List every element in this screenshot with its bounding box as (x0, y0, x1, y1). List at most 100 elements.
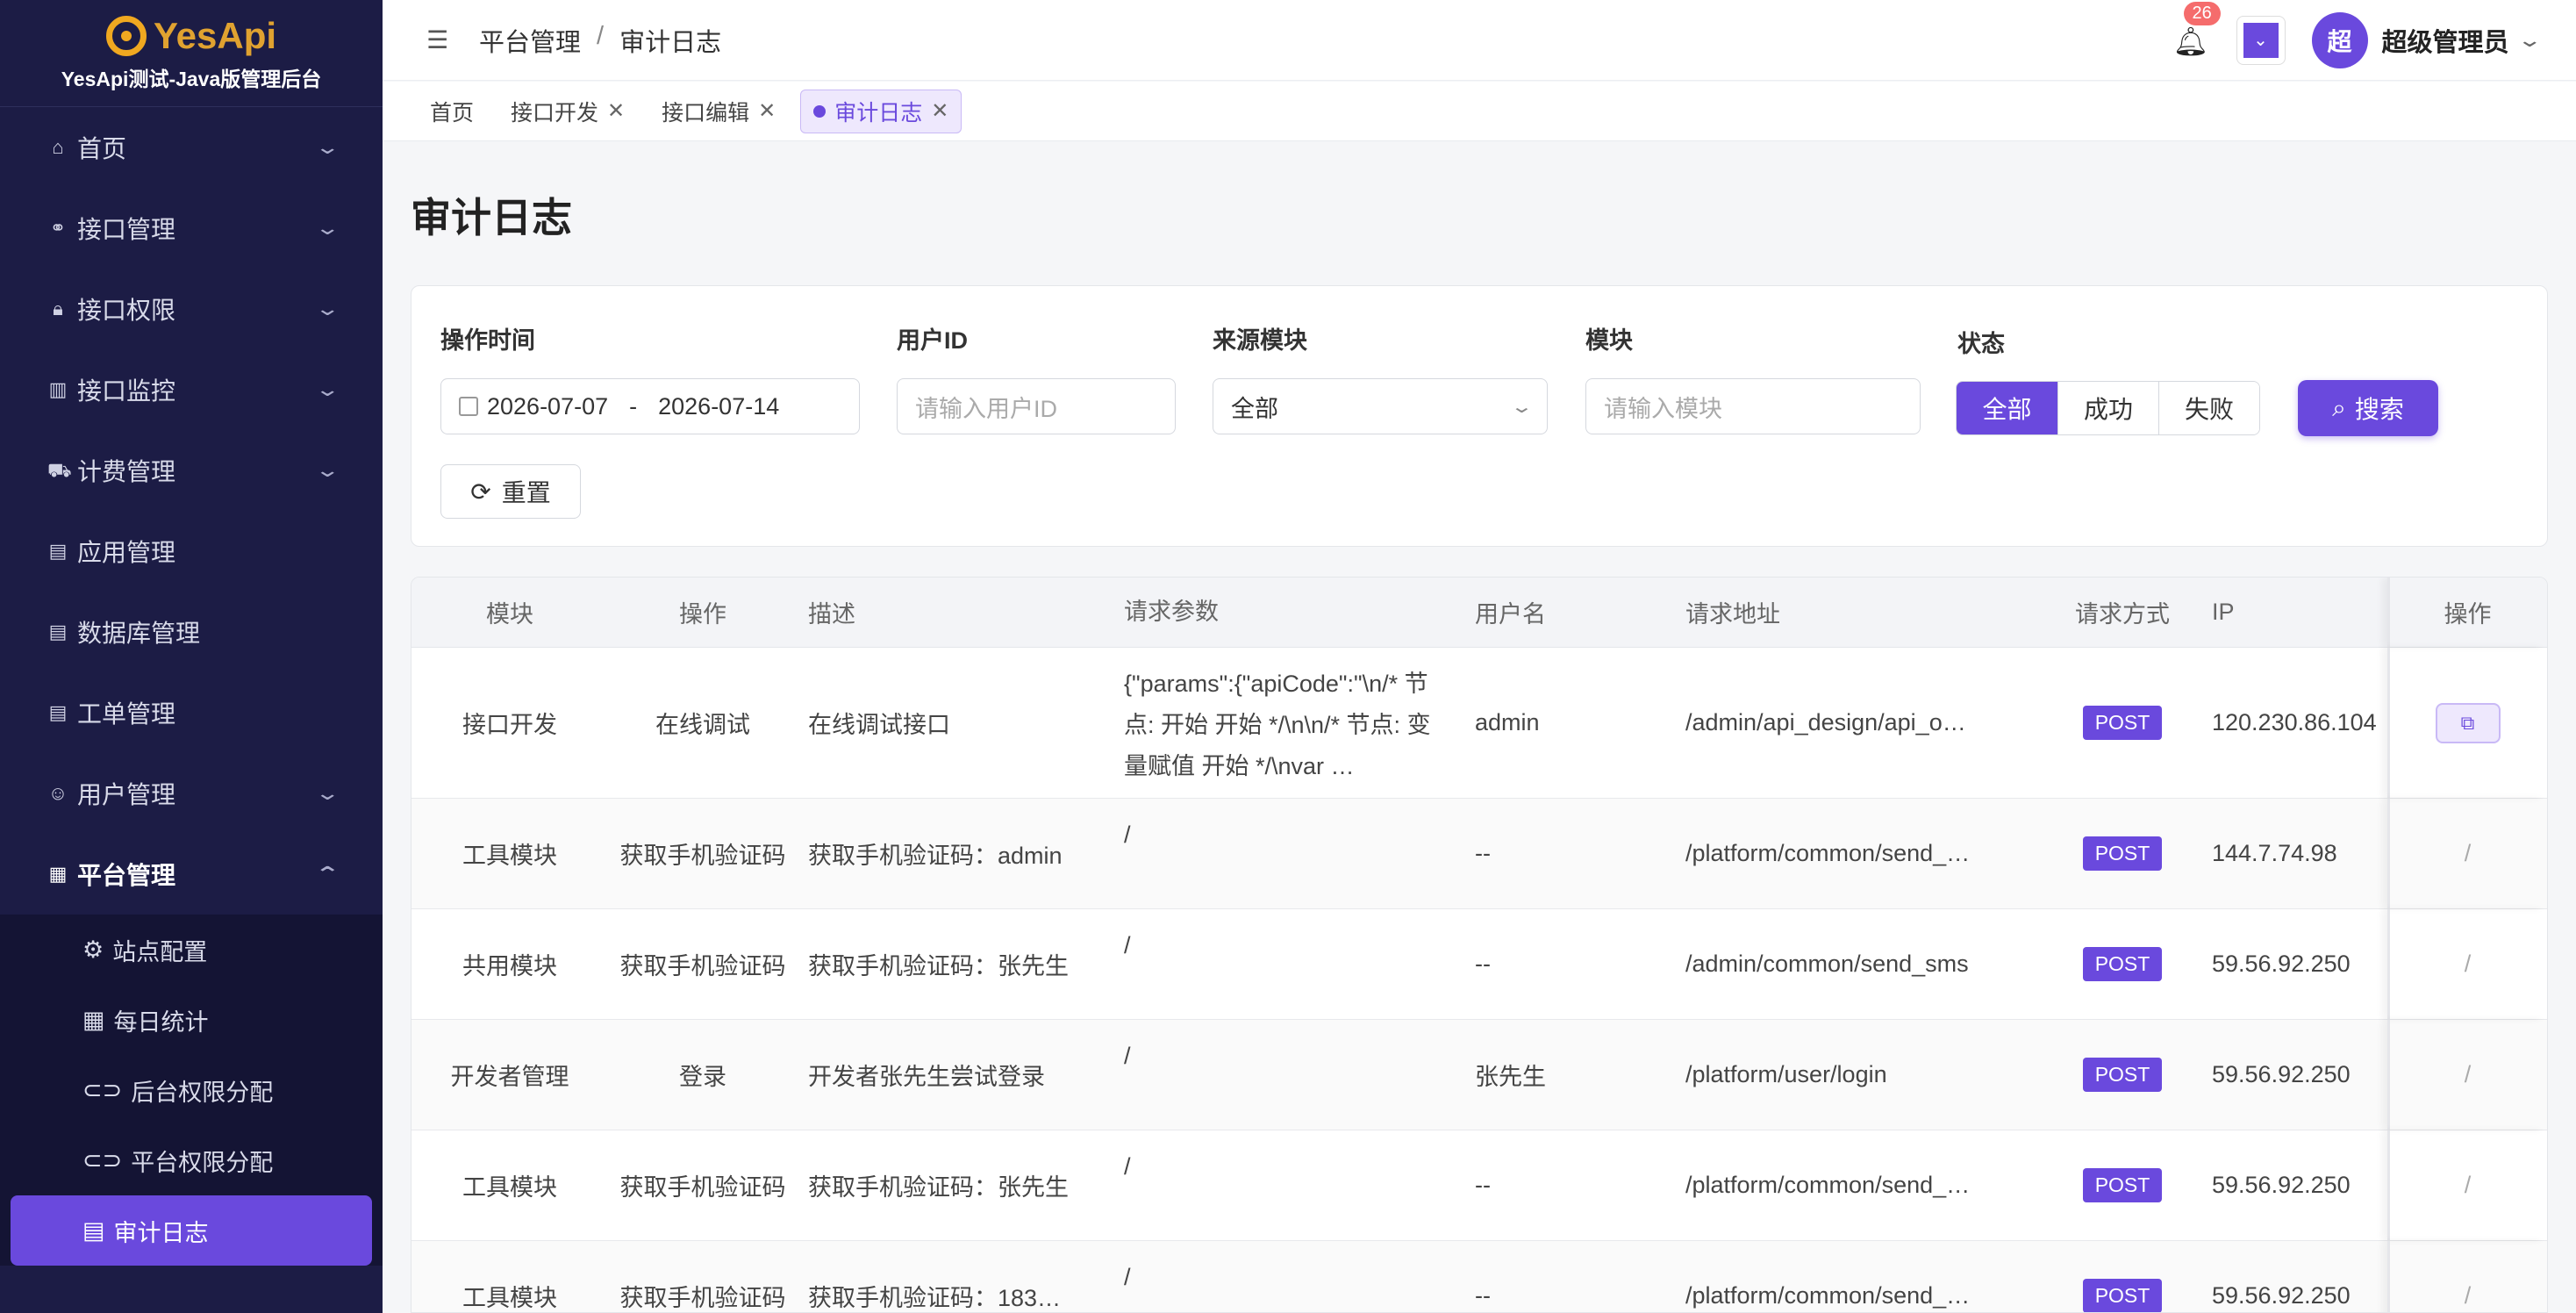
cell-method: POST (2043, 1130, 2201, 1240)
date-end: 2026-07-14 (658, 392, 780, 420)
cell-params: / (1124, 822, 1131, 848)
sidebar-item-label: 应用管理 (77, 539, 176, 566)
cell-description: 获取手机验证码：admin (808, 843, 1063, 869)
sidebar-item-label: 接口管理 (77, 216, 176, 243)
cell-action: 登录 (679, 1064, 726, 1090)
no-action-text: / (2464, 1172, 2472, 1198)
source-module-select[interactable]: 全部 ⌄ (1213, 378, 1548, 434)
close-icon[interactable]: ✕ (931, 98, 948, 124)
username[interactable]: 超级管理员 (2382, 22, 2509, 59)
sidebar-item-ticket[interactable]: ▤ 工单管理 (0, 672, 383, 753)
sidebar-item-users[interactable]: ☺ 用户管理 ⌄ (0, 753, 383, 834)
cell-module: 工具模块 (462, 1285, 557, 1311)
avatar[interactable]: 超 (2311, 11, 2368, 68)
cell-description: 开发者张先生尝试登录 (808, 1064, 1045, 1090)
chevron-down-icon[interactable]: ⌄ (2516, 29, 2543, 52)
gear-icon: ⚙ (82, 936, 104, 963)
cell-url: /admin/api_design/api_o… (1675, 648, 2043, 798)
cell-module: 共用模块 (462, 953, 557, 979)
sidebar-item-billing[interactable]: ⛟ 计费管理 ⌄ (0, 430, 383, 511)
cell-module: 接口开发 (462, 712, 557, 738)
page-tabs: 首页 接口开发 ✕ 接口编辑 ✕ 审计日志 ✕ (383, 82, 2576, 141)
sidebar-item-api-permission[interactable]: 🔒︎ 接口权限 ⌄ (0, 269, 383, 349)
sidebar-item-label: 审计日志 (113, 1219, 209, 1246)
column-header: 请求参数 (1124, 599, 1219, 625)
breadcrumb-separator: / (597, 21, 605, 50)
cell-method: POST (2043, 648, 2201, 798)
sidebar-item-platform[interactable]: ▦ 平台管理 ⌃ (0, 834, 383, 915)
tab-label: 审计日志 (834, 100, 923, 126)
cell-action: 获取手机验证码 (619, 843, 786, 869)
search-button[interactable]: ⌕ 搜索 (2298, 380, 2438, 436)
table-row: 工具模块 获取手机验证码 获取手机验证码：张先生 / -- /platform/commo… (411, 1130, 2547, 1241)
table-body: 接口开发 在线调试 在线调试接口 {"params":{"apiCode":"\n/*… (411, 648, 2547, 1312)
module-input[interactable]: 请输入模块 (1585, 378, 1921, 434)
chevron-down-icon: ⌄ (2243, 22, 2279, 58)
chevron-down-icon: ⌄ (314, 378, 340, 400)
cell-url: /admin/common/send_sms (1675, 909, 2043, 1019)
status-option-success[interactable]: 成功 (2057, 382, 2158, 434)
sidebar-subitem-daily-stats[interactable]: ▦ 每日统计 (0, 985, 383, 1055)
user-id-input[interactable]: 请输入用户ID (897, 378, 1176, 434)
sidebar-item-label: 计费管理 (77, 458, 176, 485)
search-icon: ⌕ (2332, 393, 2346, 421)
copy-button[interactable]: ⧉ (2435, 702, 2501, 743)
copy-icon: ⧉ (2460, 711, 2475, 734)
date-start: 2026-07-07 (487, 392, 609, 420)
lock-icon: 🔒︎ (53, 298, 63, 319)
tab-label: 接口编辑 (662, 100, 750, 126)
sidebar-item-home[interactable]: ⌂ 首页 ⌄ (0, 107, 383, 188)
sidebar-item-database[interactable]: ▤ 数据库管理 (0, 592, 383, 672)
tab-api-edit[interactable]: 接口编辑 ✕ (649, 90, 788, 133)
brand-subtitle: YesApi测试-Java版管理后台 (61, 67, 322, 90)
status-option-all[interactable]: 全部 (1957, 382, 2057, 434)
breadcrumb: 平台管理 / 审计日志 (479, 22, 721, 59)
close-icon[interactable]: ✕ (758, 98, 776, 124)
cell-module: 开发者管理 (450, 1064, 569, 1090)
status-option-fail[interactable]: 失败 (2158, 382, 2259, 434)
sidebar-item-label: 工单管理 (77, 700, 176, 728)
toggle-icon: ⊂⊃ (82, 1146, 123, 1173)
tab-audit-log[interactable]: 审计日志 ✕ (800, 89, 962, 133)
theme-dropdown-button[interactable]: ⌄ (2236, 15, 2286, 65)
reset-button[interactable]: ⟳ 重置 (440, 464, 581, 519)
chevron-down-icon: ⌄ (314, 217, 340, 239)
reset-button-label: 重置 (501, 479, 551, 506)
logo-icon (105, 15, 147, 56)
tab-api-dev[interactable]: 接口开发 ✕ (498, 90, 637, 133)
tab-home[interactable]: 首页 (418, 90, 486, 133)
table-row: 工具模块 获取手机验证码 获取手机验证码：183… / -- /platform/comm… (411, 1241, 2547, 1312)
sidebar-subitem-platform-permission[interactable]: ⊂⊃ 平台权限分配 (0, 1125, 383, 1195)
cell-params: / (1124, 1043, 1131, 1069)
search-button-label: 搜索 (2354, 396, 2404, 423)
cell-url-text: /platform/common/send_… (1685, 1282, 1971, 1309)
cell-url: /platform/common/send_… (1675, 1241, 2043, 1312)
sidebar-item-api-management[interactable]: ⚭ 接口管理 ⌄ (0, 188, 383, 269)
close-icon[interactable]: ✕ (607, 98, 625, 124)
sidebar-item-label: 首页 (77, 135, 127, 162)
module-label: 模块 (1585, 327, 1633, 354)
cell-url-text: /platform/common/send_… (1685, 1172, 1971, 1198)
platform-submenu: ⚙ 站点配置 ▦ 每日统计 ⊂⊃ 后台权限分配 ⊂⊃ 平台权限分配 ▤ 审计日志 (0, 915, 383, 1266)
table-row: 接口开发 在线调试 在线调试接口 {"params":{"apiCode":"\n/*… (411, 648, 2547, 799)
sidebar-item-api-monitor[interactable]: ▥ 接口监控 ⌄ (0, 349, 383, 430)
sidebar-subitem-audit-log[interactable]: ▤ 审计日志 (11, 1195, 372, 1266)
sidebar-subitem-admin-permission[interactable]: ⊂⊃ 后台权限分配 (0, 1055, 383, 1125)
link-icon: ⚭ (49, 217, 67, 239)
column-header: 操作 (2387, 578, 2545, 647)
cell-action: 获取手机验证码 (619, 953, 786, 979)
date-range-picker[interactable]: 2026-07-07 - 2026-07-14 (440, 378, 860, 434)
breadcrumb-item[interactable]: 平台管理 (479, 22, 581, 59)
menu-collapse-icon[interactable]: ☰ (426, 25, 451, 54)
active-dot-icon (813, 104, 826, 118)
cell-username: 张先生 (1475, 1064, 1546, 1090)
sidebar-item-app[interactable]: ▤ 应用管理 (0, 511, 383, 592)
no-action-text: / (2464, 1061, 2472, 1087)
notification-bell-icon[interactable]: 🔔︎ 26 (2173, 1, 2221, 57)
cell-description: 获取手机验证码：张先生 (808, 953, 1069, 979)
sidebar-subitem-site-config[interactable]: ⚙ 站点配置 (0, 915, 383, 985)
cell-username: -- (1475, 1172, 1491, 1198)
chevron-down-icon: ⌄ (314, 459, 340, 481)
column-header: 用户名 (1475, 601, 1546, 628)
cell-params: {"params":{"apiCode":"\n/* 节点: 开始 开始 */\… (1124, 671, 1431, 779)
